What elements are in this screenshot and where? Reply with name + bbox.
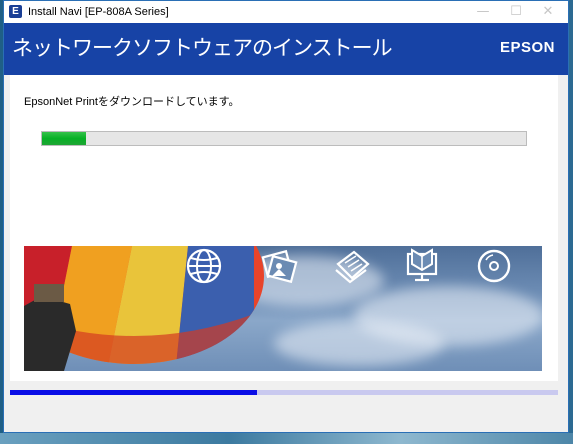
document-icon bbox=[335, 250, 370, 284]
globe-icon bbox=[186, 248, 222, 284]
download-progress-fill bbox=[42, 132, 86, 145]
screen-book-icon bbox=[406, 248, 438, 282]
download-progress-bar bbox=[41, 131, 527, 146]
minimize-button[interactable]: — bbox=[469, 3, 497, 21]
status-message: EpsonNet Printをダウンロードしています。 bbox=[24, 96, 240, 108]
epson-logo: EPSON bbox=[499, 39, 555, 56]
header-banner: ネットワークソフトウェアのインストール EPSON bbox=[4, 23, 568, 75]
installer-window: E Install Navi [EP-808A Series] — ☐ ✕ ネッ… bbox=[3, 0, 569, 433]
overall-progress-fill bbox=[10, 390, 257, 395]
content-panel: EpsonNet Printをダウンロードしています。 bbox=[10, 75, 558, 381]
photo-icon bbox=[261, 249, 298, 284]
app-icon: E bbox=[9, 5, 22, 18]
page-title: ネットワークソフトウェアのインストール bbox=[12, 36, 393, 60]
close-button[interactable]: ✕ bbox=[534, 3, 562, 21]
overall-progress-bar bbox=[10, 390, 558, 395]
title-bar[interactable]: E Install Navi [EP-808A Series] — ☐ ✕ bbox=[4, 1, 568, 23]
window-title: Install Navi [EP-808A Series] bbox=[28, 6, 169, 18]
cd-icon bbox=[477, 249, 511, 283]
desktop-background-bottom bbox=[0, 433, 573, 444]
maximize-button[interactable]: ☐ bbox=[502, 3, 530, 21]
desktop-background-right bbox=[569, 0, 573, 444]
hero-banner-image bbox=[24, 246, 542, 371]
